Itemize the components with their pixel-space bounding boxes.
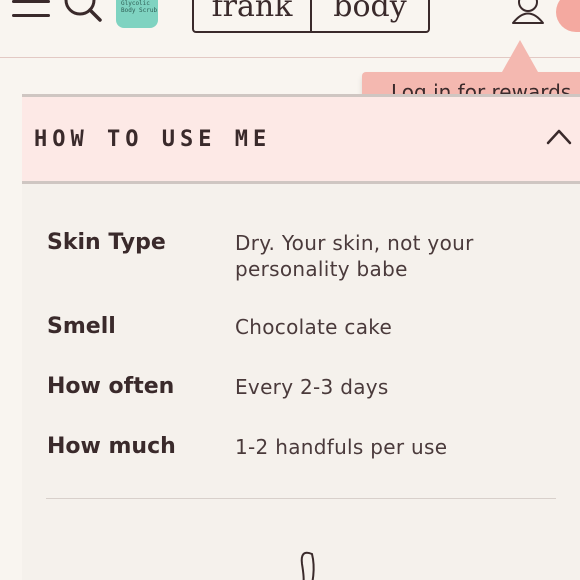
row-value: 1-2 handfuls per use [235,435,448,459]
accordion-title: HOW TO USE ME [34,127,272,152]
chevron-up-icon[interactable] [544,127,574,147]
cart-icon[interactable] [556,0,580,32]
product-thumbnail-label: Glycolic Body Scrub [121,0,158,14]
row-value: Chocolate cake [235,315,393,339]
logo-word-right: body [333,0,407,24]
row-value: Every 2-3 days [235,375,389,399]
brand-logo[interactable]: frank body [192,0,430,33]
user-icon[interactable] [510,0,546,24]
row-label: How much [47,434,176,459]
handwritten-scribble-icon [300,551,315,580]
section-divider [46,498,556,499]
site-header: Glycolic Body Scrub frank body [0,0,580,58]
row-label: Smell [47,314,116,339]
search-icon[interactable] [62,0,104,28]
product-thumbnail[interactable]: Glycolic Body Scrub [116,0,158,28]
row-label: Skin Type [47,230,166,255]
how-to-use-accordion-header[interactable]: HOW TO USE ME [22,94,580,184]
row-label: How often [47,374,175,399]
accordion-body: Skin Type Dry. Your skin, not your perso… [22,184,580,580]
row-value: Dry. Your skin, not your personality bab… [235,231,474,281]
hamburger-menu-icon[interactable] [12,0,52,24]
logo-word-left: frank [211,0,293,24]
